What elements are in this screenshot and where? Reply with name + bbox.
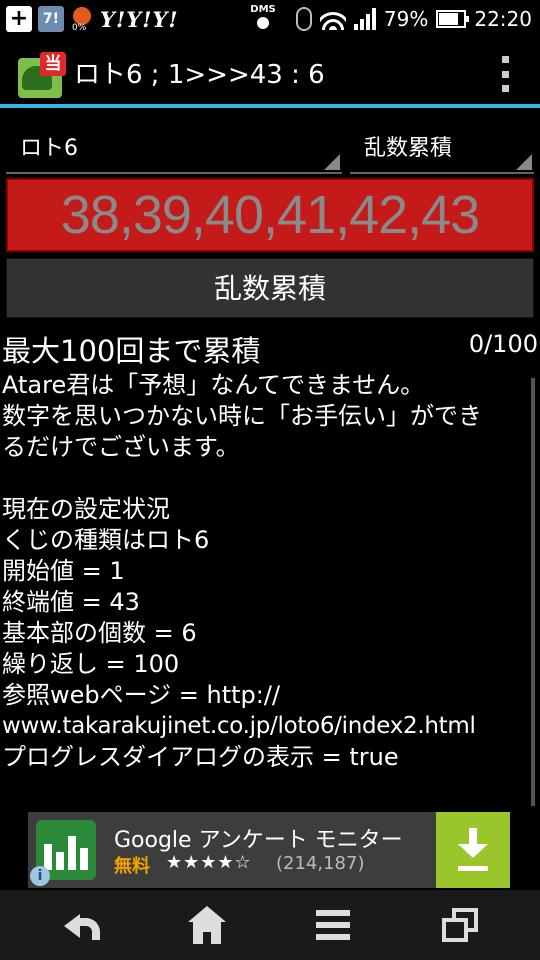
- status-bar-notifications: + 7! 0% Y!Y!Y!: [6, 4, 179, 34]
- numbers-display: 38,39,40,41,42,43: [6, 178, 534, 252]
- numbers-value: 38,39,40,41,42,43: [60, 185, 480, 245]
- lottery-type-spinner[interactable]: ロト6: [6, 124, 342, 174]
- menu-icon: [316, 910, 350, 916]
- content-heading: 最大100回まで累積: [2, 334, 261, 368]
- overflow-menu-button[interactable]: [500, 56, 510, 92]
- recent-apps-button[interactable]: [436, 904, 482, 946]
- info-line: 終端値 = 43: [2, 588, 140, 616]
- mode-value: 乱数累積: [364, 136, 453, 161]
- app-icon-tag: 当: [40, 52, 66, 76]
- status-bar-system: 79% 22:20: [295, 4, 532, 34]
- clock: 22:20: [474, 7, 532, 31]
- overflow-dot-icon: [501, 85, 509, 92]
- battery-icon: [436, 10, 470, 28]
- home-icon: [188, 906, 226, 922]
- add-icon: +: [6, 6, 32, 32]
- ad-price: 無料: [114, 856, 150, 877]
- mode-spinner[interactable]: 乱数累積: [350, 124, 534, 174]
- yahoo-icons: Y!Y!Y!: [100, 6, 179, 32]
- lottery-type-value: ロト6: [20, 136, 78, 161]
- info-line: プログレスダイアログの表示 = true: [2, 743, 399, 771]
- wifi-icon: [319, 8, 346, 30]
- navigation-bar: [0, 890, 540, 960]
- download-button[interactable]: [436, 812, 510, 888]
- info-line: 数字を思いつかない時に「お手伝い」ができ: [2, 402, 482, 430]
- weather-icon: 0%: [70, 5, 94, 33]
- app-icon[interactable]: 当: [18, 52, 66, 98]
- signal-icon: [353, 8, 376, 30]
- dms-dot-icon: [257, 17, 269, 29]
- ad-banner[interactable]: Google アンケート モニター 無料 ★★★★☆ (214,187): [28, 812, 510, 888]
- dms-label: DMS: [250, 4, 276, 15]
- notification-badge: 7!: [38, 6, 64, 32]
- info-line: 繰り返し = 100: [2, 650, 180, 678]
- ad-info-icon[interactable]: i: [30, 866, 50, 886]
- back-button[interactable]: [60, 904, 106, 946]
- overflow-dot-icon: [501, 56, 509, 63]
- download-icon: [458, 828, 488, 862]
- accumulate-button[interactable]: 乱数累積: [6, 258, 534, 318]
- rating-stars-icon: ★★★★☆: [166, 852, 252, 873]
- home-button[interactable]: [184, 904, 230, 946]
- action-bar-divider: [0, 104, 540, 108]
- info-line: 基本部の個数 = 6: [2, 619, 197, 647]
- status-bar: + 7! 0% Y!Y!Y! DMS 79% 22:20: [0, 0, 540, 38]
- info-line: Atare君は「予想」なんてできません。: [2, 371, 425, 399]
- battery-percent: 79%: [383, 7, 429, 31]
- info-line: www.takarakujinet.co.jp/loto6/index2.htm…: [2, 713, 476, 739]
- progress-counter: 0/100: [468, 330, 538, 358]
- info-text: Atare君は「予想」なんてできません。 数字を思いつかない時に「お手伝い」がで…: [2, 370, 538, 773]
- info-line: 現在の設定状況: [2, 495, 170, 523]
- dms-indicator: DMS: [250, 4, 276, 29]
- app-title: ロト6 ; 1>>>43 : 6: [74, 60, 325, 90]
- dropdown-corner-icon: [324, 154, 340, 170]
- ad-rating-count: (214,187): [276, 853, 365, 874]
- dropdown-corner-icon: [516, 154, 532, 170]
- info-line: 参照webページ = http://: [2, 681, 281, 709]
- info-line: 開始値 = 1: [2, 557, 125, 585]
- info-line: くじの種類はロト6: [2, 526, 210, 554]
- overflow-dot-icon: [501, 70, 509, 78]
- weather-percent: 0%: [72, 23, 87, 33]
- ad-app-name: Google アンケート モニター: [114, 828, 403, 853]
- info-line: るだけでございます。: [2, 433, 240, 461]
- menu-button[interactable]: [310, 904, 356, 946]
- info-line: [2, 463, 538, 494]
- scrollbar[interactable]: [531, 378, 535, 806]
- bluetooth-icon: [295, 7, 312, 31]
- action-bar: 当 ロト6 ; 1>>>43 : 6: [0, 38, 540, 106]
